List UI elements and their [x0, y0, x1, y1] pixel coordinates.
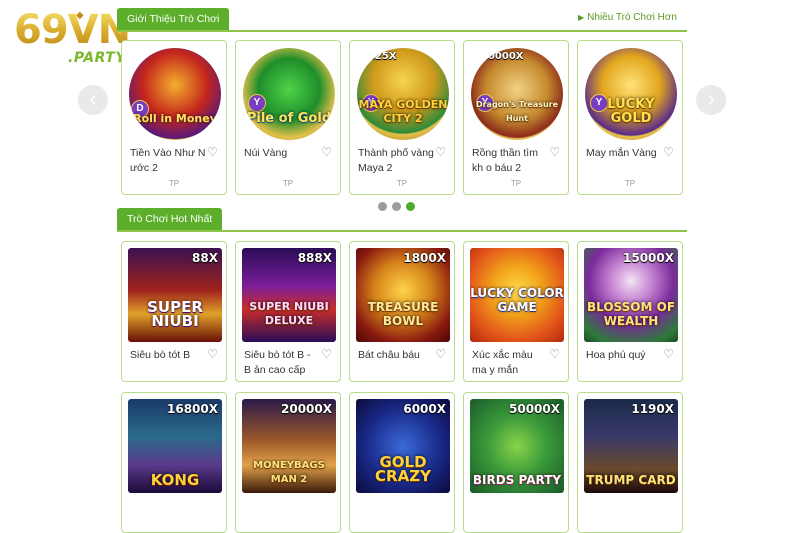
game-art-title: KONG [150, 471, 200, 489]
provider-label: TP [624, 179, 636, 188]
provider-badge-icon: Y [248, 94, 266, 112]
game-card[interactable]: 1800X TREASURE BOWL Bát châu báu ♡ [349, 241, 455, 382]
game-card[interactable]: 6000X GOLD CRAZY [349, 392, 455, 533]
game-thumbnail[interactable]: 1190X TRUMP CARD [584, 399, 678, 493]
game-art-title: LUCKY COLOR GAME [470, 286, 564, 314]
game-art-title: SUPER NIUBI [147, 298, 203, 330]
triangle-icon: ▶ [578, 13, 585, 22]
game-card[interactable]: 50000X BIRDS PARTY [463, 392, 569, 533]
game-name: Hoa phú quý [586, 349, 646, 361]
game-thumbnail[interactable]: LUCKY COLOR GAME [470, 248, 564, 342]
more-games-link[interactable]: ▶ Nhiều Trò Chơi Hơn [578, 12, 677, 23]
game-art-title: MONEYBAGS MAN 2 [253, 460, 325, 485]
logo-text: 69VN [14, 7, 131, 53]
multiplier-label: 1800X [403, 251, 446, 265]
multiplier-label: 6000X [403, 402, 446, 416]
game-art-title: Pile of Gold [246, 111, 332, 126]
multiplier-label: 50000X [509, 402, 560, 416]
heart-icon[interactable]: ♡ [207, 145, 218, 159]
game-card[interactable]: 888X SUPER NIUBI DELUXE Siêu bò tót B - … [235, 241, 341, 382]
provider-label: TP [510, 179, 522, 188]
heart-icon[interactable]: ♡ [663, 347, 674, 361]
game-art-title: TREASURE BOWL [367, 300, 439, 328]
game-art-title: TRUMP CARD [586, 473, 676, 487]
game-thumbnail[interactable]: 6000X GOLD CRAZY [356, 399, 450, 493]
multiplier-label: 20000X [281, 402, 332, 416]
chevron-right-icon: › [707, 86, 715, 111]
heart-icon[interactable]: ♡ [321, 145, 332, 159]
intro-section-header: Giới Thiệu Trò Chơi ▶ Nhiều Trò Chơi Hơn [117, 8, 687, 32]
game-name: Xúc xắc màu ma y mắn [472, 349, 533, 376]
game-art-title: GOLD CRAZY [375, 453, 431, 485]
heart-icon[interactable]: ♡ [321, 347, 332, 361]
game-art-title: SUPER NIUBI DELUXE [249, 300, 329, 327]
game-name: May mắn Vàng [586, 147, 657, 159]
game-card[interactable]: 15000X BLOSSOM OF WEALTH Hoa phú quý ♡ [577, 241, 683, 382]
heart-icon[interactable]: ♡ [435, 145, 446, 159]
game-card[interactable]: D Roll in Money Tiền Vào Như N ước 2 ♡ T… [121, 40, 227, 195]
game-card[interactable]: 20000X MONEYBAGS MAN 2 [235, 392, 341, 533]
game-thumbnail[interactable]: 20000X Y Dragon's Treasure Hunt [471, 48, 563, 140]
heart-icon[interactable]: ♡ [435, 347, 446, 361]
game-thumbnail[interactable]: 1800X TREASURE BOWL [356, 248, 450, 342]
multiplier-label: 15000X [623, 251, 674, 265]
multiplier-label: 20000X [481, 51, 524, 62]
game-art-title: LUCKY GOLD [607, 97, 655, 126]
game-art-title: BIRDS PARTY [472, 473, 562, 487]
heart-icon[interactable]: ♡ [549, 145, 560, 159]
carousel-next-button[interactable]: › [696, 85, 726, 115]
game-thumbnail[interactable]: 1425X Y MAYA GOLDEN CITY 2 [357, 48, 449, 140]
heart-icon[interactable]: ♡ [549, 347, 560, 361]
multiplier-label: 888X [297, 251, 332, 265]
game-card[interactable]: 88X SUPER NIUBI Siêu bò tót B ♡ [121, 241, 227, 382]
hot-section-header: Trò Chơi Hot Nhất [117, 208, 687, 232]
game-thumbnail[interactable]: 50000X BIRDS PARTY [470, 399, 564, 493]
game-card[interactable]: 1190X TRUMP CARD [577, 392, 683, 533]
hot-section-title: Trò Chơi Hot Nhất [117, 208, 223, 230]
site-logo[interactable]: 69VN ◆ .PARTY [14, 6, 131, 68]
provider-label: TP [396, 179, 408, 188]
game-card[interactable]: Y LUCKY GOLD May mắn Vàng ♡ TP [577, 40, 683, 195]
game-card[interactable]: 16800X KONG [121, 392, 227, 533]
heart-icon[interactable]: ♡ [207, 347, 218, 361]
game-thumbnail[interactable]: 16800X KONG [128, 399, 222, 493]
game-name: Thành phố vàng Maya 2 [358, 147, 434, 174]
logo-dice-icon: ◆ [76, 10, 84, 21]
game-thumbnail[interactable]: Y Pile of Gold [243, 48, 335, 140]
provider-label: TP [282, 179, 294, 188]
game-name: Siêu bò tót B [130, 349, 191, 361]
carousel-prev-button[interactable]: ‹ [78, 85, 108, 115]
logo-domain: .PARTY [68, 50, 126, 66]
intro-section-title: Giới Thiệu Trò Chơi [117, 8, 230, 30]
game-name: Siêu bò tót B - B ản cao cấp [244, 349, 311, 376]
game-card[interactable]: 1425X Y MAYA GOLDEN CITY 2 Thành phố vàn… [349, 40, 455, 195]
game-card[interactable]: Y Pile of Gold Núi Vàng ♡ TP [235, 40, 341, 195]
multiplier-label: 1190X [631, 402, 674, 416]
game-thumbnail[interactable]: 88X SUPER NIUBI [128, 248, 222, 342]
game-thumbnail[interactable]: Y LUCKY GOLD [585, 48, 677, 140]
chevron-left-icon: ‹ [89, 86, 97, 111]
game-name: Núi Vàng [244, 147, 288, 159]
game-thumbnail[interactable]: D Roll in Money [129, 48, 221, 140]
game-name: Bát châu báu [358, 349, 420, 361]
game-name: Rồng thần tìm kh o báu 2 [472, 147, 538, 174]
game-art-title: Roll in Money [133, 112, 217, 125]
more-games-label: Nhiều Trò Chơi Hơn [587, 12, 677, 23]
game-art-title: BLOSSOM OF WEALTH [586, 300, 676, 328]
heart-icon[interactable]: ♡ [663, 145, 674, 159]
game-name: Tiền Vào Như N ước 2 [130, 147, 206, 174]
game-card[interactable]: 20000X Y Dragon's Treasure Hunt Rồng thầ… [463, 40, 569, 195]
multiplier-label: 1425X [361, 51, 397, 62]
game-thumbnail[interactable]: 15000X BLOSSOM OF WEALTH [584, 248, 678, 342]
provider-label: TP [168, 179, 180, 188]
game-art-title: Dragon's Treasure Hunt [475, 100, 559, 123]
game-thumbnail[interactable]: 20000X MONEYBAGS MAN 2 [242, 399, 336, 493]
game-card[interactable]: LUCKY COLOR GAME Xúc xắc màu ma y mắn ♡ [463, 241, 569, 382]
multiplier-label: 16800X [167, 402, 218, 416]
game-art-title: MAYA GOLDEN CITY 2 [358, 98, 448, 125]
game-thumbnail[interactable]: 888X SUPER NIUBI DELUXE [242, 248, 336, 342]
multiplier-label: 88X [192, 251, 218, 265]
